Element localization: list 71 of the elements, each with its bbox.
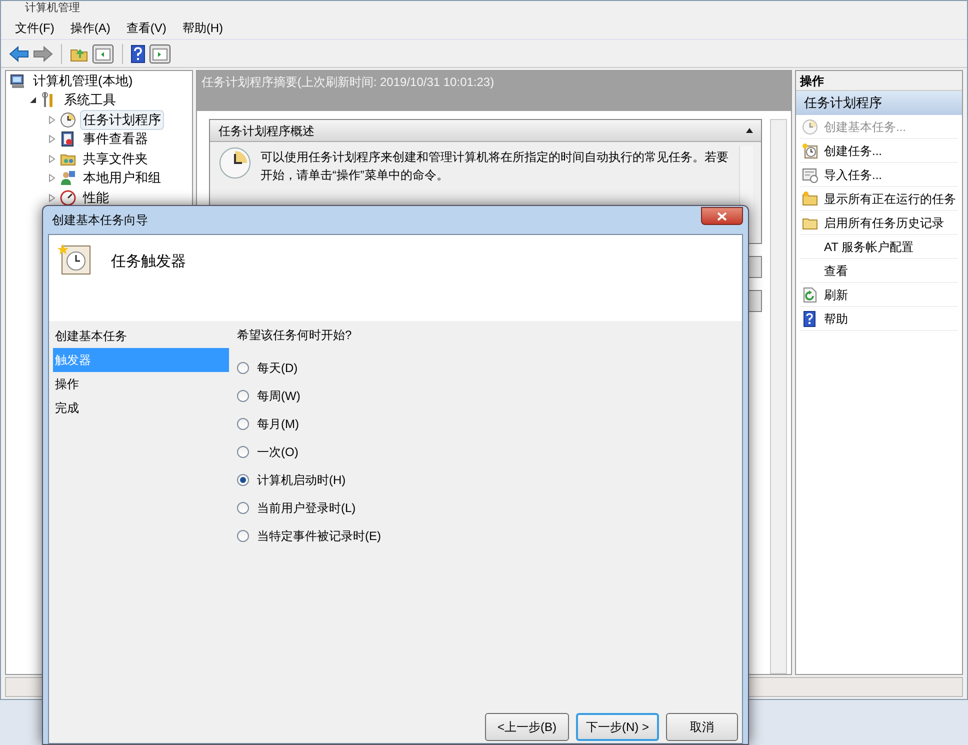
folder-icon	[802, 190, 818, 206]
action-link[interactable]: 创建任务...	[824, 142, 882, 160]
new-clock-icon	[57, 243, 93, 275]
clock-icon	[60, 112, 76, 128]
refresh-icon	[802, 286, 818, 302]
radio-label[interactable]: 每月(M)	[257, 415, 299, 433]
radio-button[interactable]	[237, 390, 249, 402]
tree-item[interactable]: 任务计划程序	[80, 110, 164, 130]
help-icon	[802, 310, 818, 326]
radio-label[interactable]: 每天(D)	[257, 359, 298, 377]
menu-item[interactable]: 查看(V)	[120, 18, 172, 36]
close-button[interactable]	[701, 207, 743, 225]
radio-button[interactable]	[237, 530, 249, 542]
back-arrow-icon[interactable]	[9, 46, 29, 62]
dialog-button[interactable]: 下一步(N) >	[576, 713, 659, 741]
menu-item[interactable]: 操作(A)	[64, 18, 116, 36]
action-link[interactable]: 查看	[824, 262, 848, 280]
tree-item[interactable]: 事件查看器	[80, 129, 151, 150]
action-link[interactable]: AT 服务帐户配置	[824, 238, 914, 256]
question-text: 希望该任务何时开始?	[237, 327, 353, 344]
dialog-button[interactable]: <上一步(B)	[485, 713, 569, 741]
dialog-button[interactable]: 取消	[666, 713, 738, 741]
tree-item[interactable]: 性能	[80, 188, 112, 208]
action-pane-icon[interactable]	[149, 44, 171, 64]
radio-button[interactable]	[237, 474, 249, 486]
tree-item[interactable]: 计算机管理(本地)	[30, 70, 136, 91]
radio-button[interactable]	[237, 502, 249, 514]
forward-arrow-icon[interactable]	[33, 46, 53, 62]
users-icon	[60, 170, 76, 186]
collapse-arrow-icon[interactable]	[746, 128, 753, 133]
computer-icon	[10, 72, 26, 89]
step-item[interactable]: 创建基本任务	[53, 324, 229, 348]
step-item[interactable]: 操作	[53, 372, 229, 396]
radio-label[interactable]: 计算机启动时(H)	[257, 471, 346, 489]
tree-item[interactable]: 本地用户和组	[80, 168, 164, 188]
log-book-icon	[60, 131, 76, 148]
menu-item[interactable]: 帮助(H)	[176, 18, 229, 36]
actions-title: 操作	[800, 72, 824, 90]
tree-item[interactable]: 系统工具	[61, 90, 119, 110]
step-item[interactable]: 完成	[53, 396, 229, 420]
clock-icon	[218, 146, 252, 180]
action-link[interactable]: 显示所有正在运行的任务	[824, 190, 956, 208]
close-icon	[717, 212, 727, 220]
section-header[interactable]: 任务计划程序	[796, 91, 962, 115]
radio-button[interactable]	[237, 446, 249, 458]
menu-item[interactable]: 文件(F)	[9, 18, 60, 36]
action-link[interactable]: 刷新	[824, 286, 848, 304]
overview-text: 可以使用任务计划程序来创建和管理计算机将在所指定的时间自动执行的常见任务。若要开始，请单击“操作”菜单中的命令。	[260, 149, 730, 184]
section-title: 任务计划程序概述	[218, 122, 314, 140]
radio-label[interactable]: 每周(W)	[257, 387, 300, 405]
action-link[interactable]: 导入任务...	[824, 166, 882, 184]
action-link[interactable]: 启用所有任务历史记录	[824, 214, 944, 232]
gauge-icon	[60, 190, 76, 206]
dialog-title: 创建基本任务向导	[52, 212, 148, 229]
radio-button[interactable]	[237, 362, 249, 374]
radio-label[interactable]: 当特定事件被记录时(E)	[257, 527, 381, 545]
help-icon[interactable]	[131, 44, 145, 62]
new-clock-icon	[802, 142, 818, 158]
scrollbar[interactable]	[770, 119, 787, 674]
dialog-heading: 任务触发器	[111, 252, 186, 272]
expand-arrow-icon[interactable]	[29, 96, 37, 104]
radio-label[interactable]: 一次(O)	[257, 443, 298, 461]
pane-toggle-icon[interactable]	[92, 44, 114, 64]
radio-label[interactable]: 当前用户登录时(L)	[257, 499, 356, 517]
window-title: 计算机管理	[25, 2, 80, 15]
summary-header: 任务计划程序摘要(上次刷新时间: 2019/10/31 10:01:23)	[201, 75, 494, 89]
tree-item[interactable]: 共享文件夹	[80, 148, 151, 169]
import-icon	[802, 166, 818, 182]
clock-icon	[802, 118, 818, 134]
radio-button[interactable]	[237, 418, 249, 430]
action-link[interactable]: 帮助	[824, 310, 848, 328]
